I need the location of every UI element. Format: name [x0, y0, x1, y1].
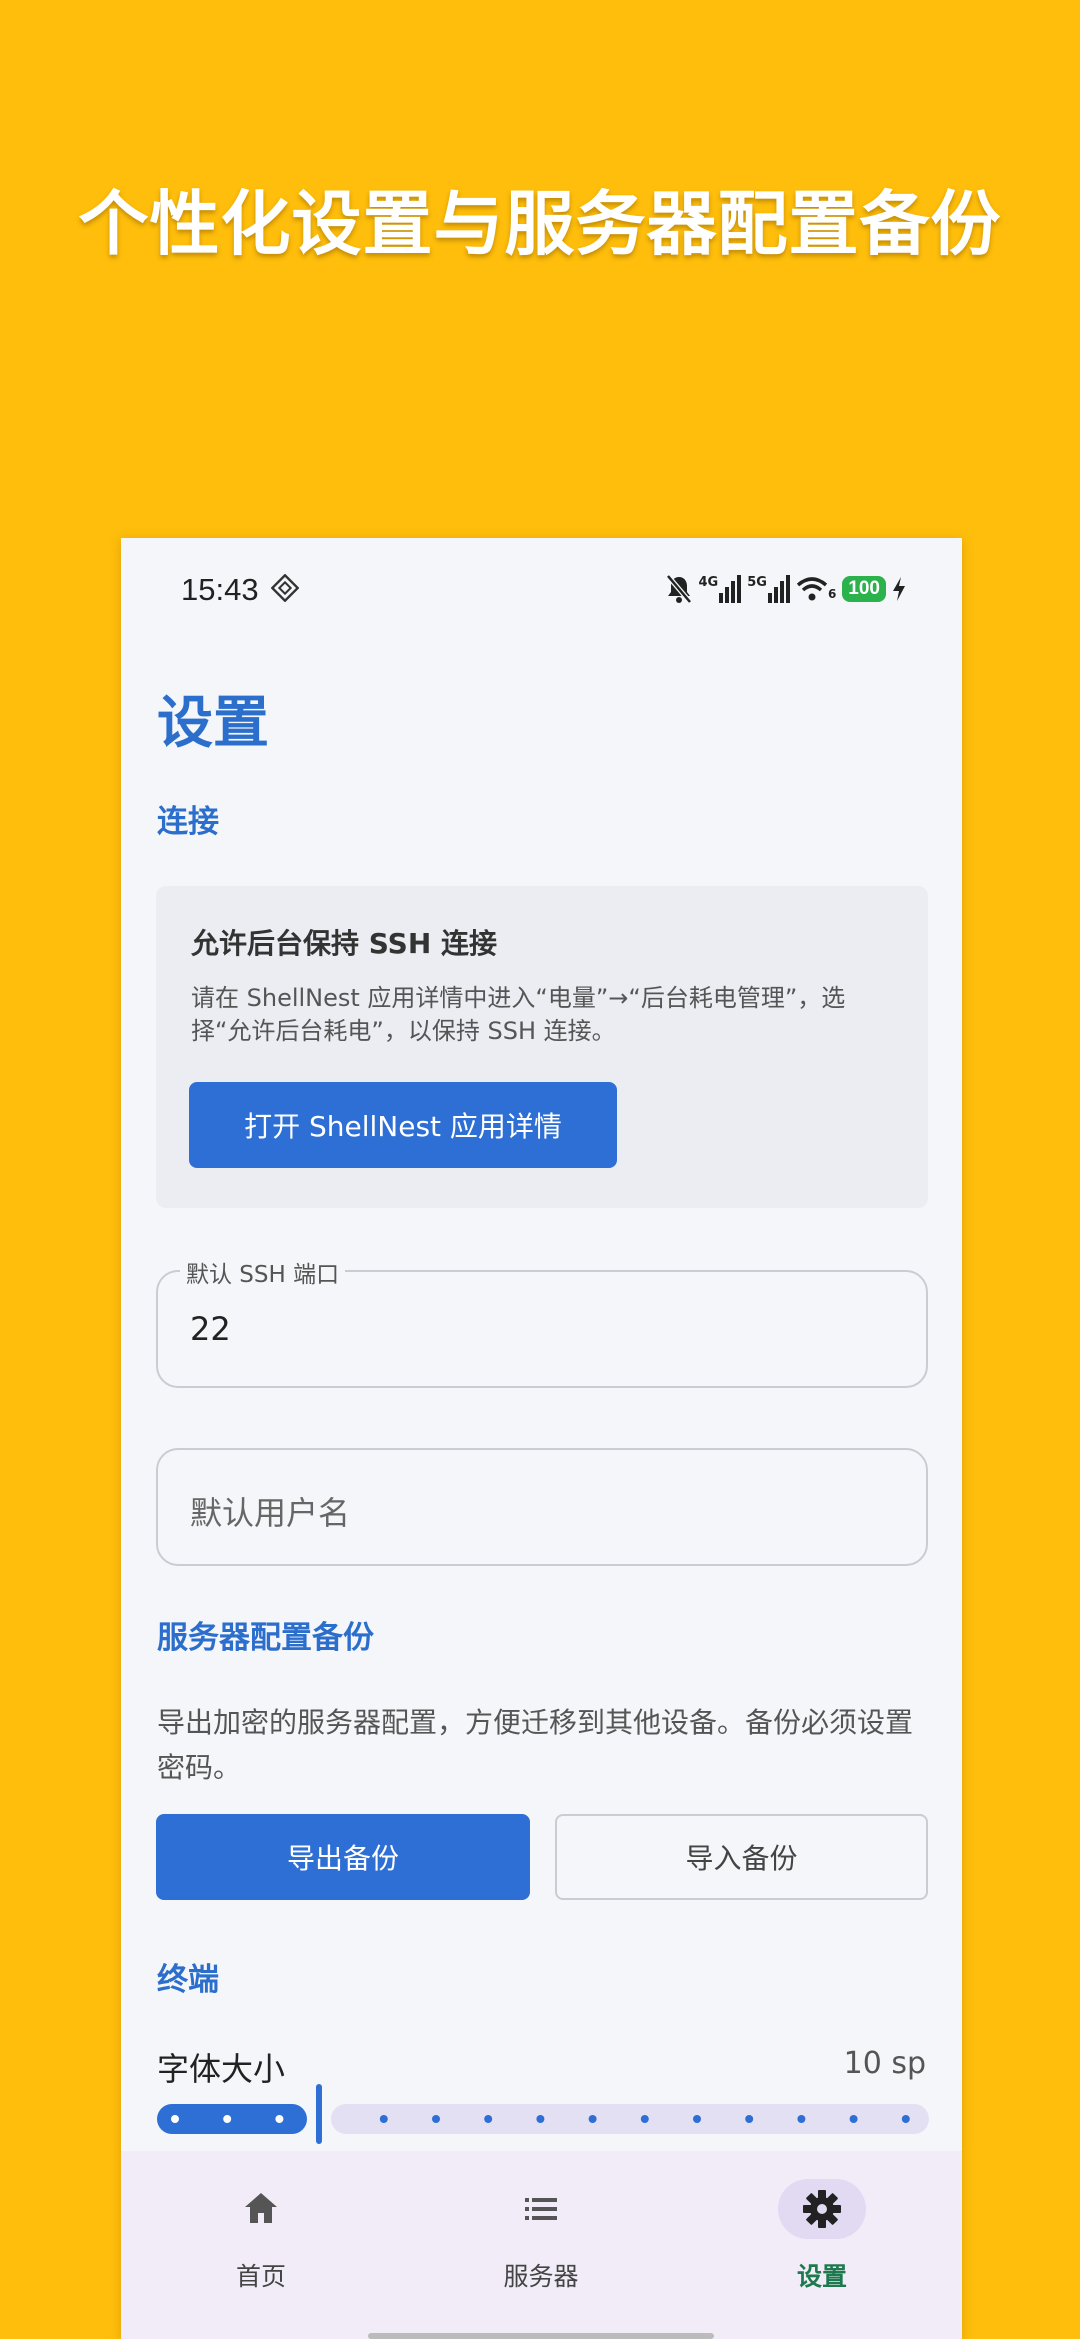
gear-icon [803, 2190, 841, 2228]
wifi-group: 6 [796, 577, 836, 601]
slider-tick [171, 2115, 179, 2123]
list-icon-wrap [497, 2179, 585, 2239]
page-title: 设置 [157, 691, 269, 756]
font-size-slider[interactable] [157, 2084, 929, 2144]
charging-bolt-icon [893, 577, 905, 601]
bell-off-icon [665, 574, 692, 604]
background-ssh-card: 允许后台保持 SSH 连接 请在 ShellNest 应用详情中进入“电量”→“… [156, 886, 928, 1208]
slider-thumb[interactable] [316, 2084, 322, 2144]
slider-tick [588, 2115, 597, 2123]
status-icons: 4G 5G 6 100 [665, 572, 907, 606]
slider-tick [275, 2115, 284, 2123]
list-icon [525, 2198, 557, 2220]
section-backup: 服务器配置备份 [157, 1620, 374, 1656]
slider-tick [797, 2115, 806, 2123]
card-title: 允许后台保持 SSH 连接 [191, 927, 498, 960]
home-icon-wrap [217, 2179, 305, 2239]
slider-tick [484, 2115, 493, 2123]
status-bar: 15:43 4G 5G 6 100 [121, 538, 962, 638]
backup-description: 导出加密的服务器配置，方便迁移到其他设备。备份必须设置密码。 [157, 1706, 914, 1784]
headline: 个性化设置与服务器配置备份 [78, 183, 1002, 265]
slider-tick [901, 2115, 910, 2123]
slider-inactive-track [331, 2104, 929, 2134]
username-placeholder: 默认用户名 [190, 1494, 351, 1532]
network-5g-label: 5G [747, 575, 767, 590]
slider-tick [849, 2115, 858, 2123]
card-description: 请在 ShellNest 应用详情中进入“电量”→“后台耗电管理”，选择“允许后… [191, 984, 846, 1045]
nav-item-home[interactable]: 首页 [121, 2151, 401, 2339]
slider-tick [745, 2115, 754, 2123]
wifi-number: 6 [827, 587, 837, 601]
nav-label-home: 首页 [235, 2262, 286, 2291]
nav-item-settings[interactable]: 设置 [682, 2151, 962, 2339]
slider-tick [536, 2115, 545, 2123]
battery-badge: 100 [842, 576, 886, 602]
ssh-port-field[interactable]: 默认 SSH 端口 22 [156, 1255, 928, 1388]
section-connection: 连接 [157, 804, 219, 840]
section-terminal: 终端 [157, 1962, 219, 1998]
signal-4g-group: 4G [699, 575, 742, 603]
ssh-port-value[interactable]: 22 [190, 1310, 231, 1348]
signal-5g-group: 5G [747, 575, 790, 603]
status-time: 15:43 [181, 572, 259, 607]
home-indicator [368, 2333, 714, 2339]
nav-label-settings: 设置 [796, 2262, 847, 2291]
home-icon [245, 2193, 277, 2223]
slider-tick [432, 2115, 440, 2123]
phone-screen: 15:43 4G 5G 6 100 设置 连接 允许后台保持 SSH 连接 请在… [121, 538, 962, 2339]
gear-icon-wrap [778, 2179, 866, 2239]
nav-label-servers: 服务器 [503, 2262, 579, 2291]
username-field[interactable]: 默认用户名 [156, 1448, 928, 1566]
nav-item-servers[interactable]: 服务器 [401, 2151, 681, 2339]
wifi-icon [796, 577, 828, 601]
nfc-icon [271, 574, 299, 602]
slider-tick [223, 2115, 232, 2123]
slider-tick [379, 2115, 388, 2123]
import-backup-button[interactable]: 导入备份 [555, 1814, 928, 1900]
export-backup-button[interactable]: 导出备份 [156, 1814, 530, 1900]
slider-tick [693, 2115, 701, 2123]
open-app-details-button[interactable]: 打开 ShellNest 应用详情 [189, 1082, 617, 1168]
ssh-port-label: 默认 SSH 端口 [180, 1255, 346, 1289]
font-size-value: 10 sp [843, 2046, 926, 2081]
bottom-nav: 首页 服务器 设置 [121, 2151, 962, 2339]
slider-active-track [157, 2104, 307, 2134]
slider-tick [640, 2115, 649, 2123]
signal-icon [719, 575, 742, 603]
signal-icon [767, 575, 790, 603]
network-4g-label: 4G [698, 575, 719, 590]
